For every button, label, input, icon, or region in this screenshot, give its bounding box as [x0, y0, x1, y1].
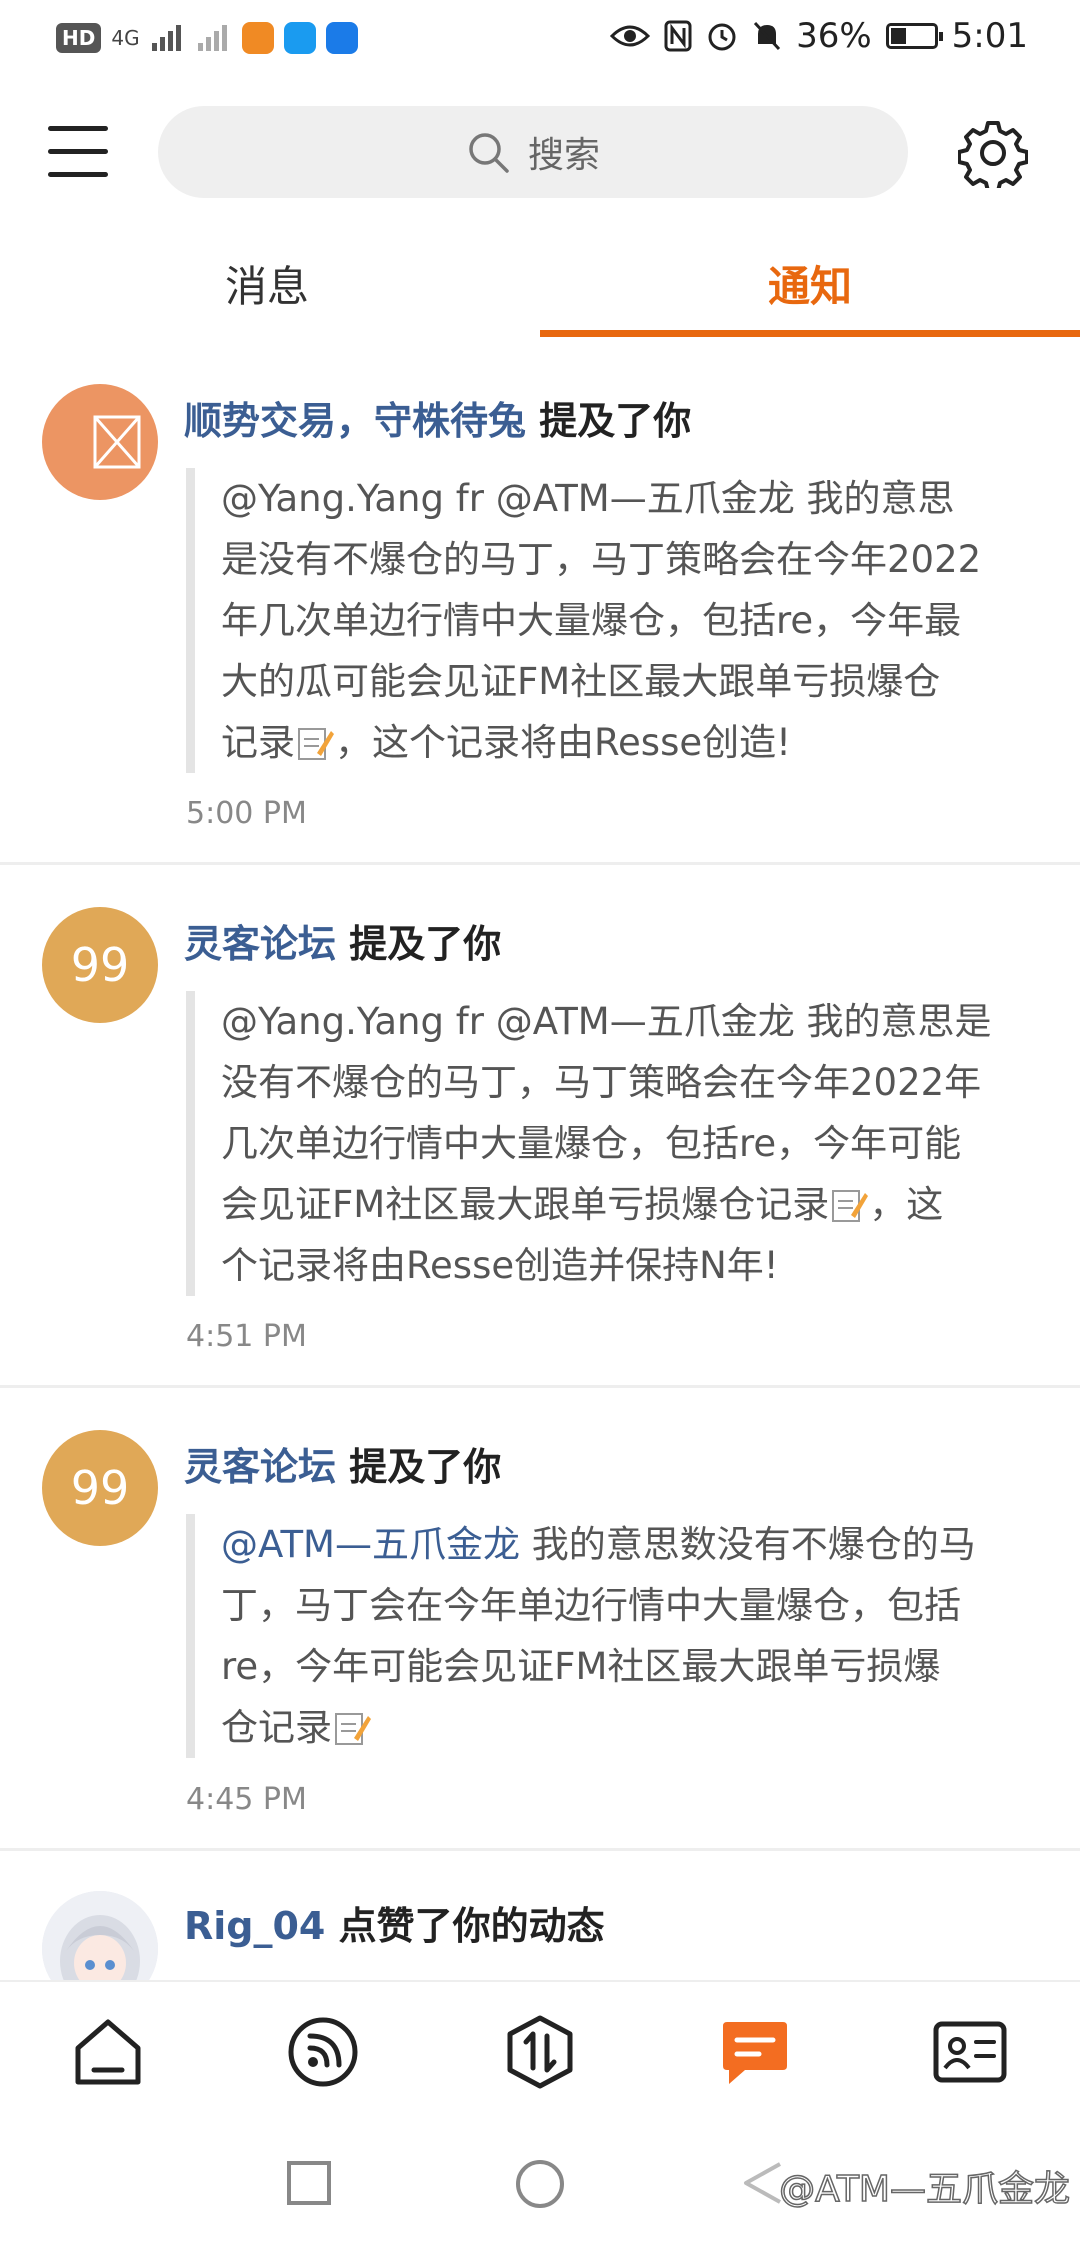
tab-bar: 消息 通知 [0, 230, 1080, 340]
alarm-icon [708, 23, 736, 51]
memo-emoji-icon [298, 728, 334, 760]
action-text: 提及了你 [539, 399, 692, 443]
menu-icon[interactable] [48, 124, 108, 180]
quote-text: ，这 [869, 1183, 944, 1226]
quote-line: @Yang.Yang fr @ATM—五爪金龙 我的意思 [221, 477, 955, 520]
clock: 5:01 [951, 16, 1028, 56]
battery-percent: 36% [796, 16, 872, 56]
status-bar: HD 4G 36% 5:01 [0, 0, 1080, 82]
action-text: 点赞了你的动态 [338, 1904, 605, 1948]
memo-emoji-icon [832, 1190, 869, 1222]
avatar[interactable]: 99 [42, 1430, 158, 1546]
quote-text: ，这个记录将由Resse创造! [335, 721, 791, 764]
search-bar[interactable]: 搜索 [158, 106, 908, 198]
settings-gear-icon[interactable] [958, 118, 1028, 188]
quote-line: @ATM—五爪金龙 我的意思数没有不爆仓的马 [221, 1514, 1016, 1575]
avatar[interactable] [42, 384, 158, 500]
quote-line: re，今年可能会见证FM社区最大跟单亏损爆 [221, 1645, 941, 1688]
battery-icon [885, 23, 943, 49]
quote-line: 会见证FM社区最大跟单亏损爆仓记录 ，这 [221, 1174, 1016, 1235]
timestamp: 5:00 PM [186, 796, 307, 831]
bulb-app-icon [325, 22, 358, 54]
avatar[interactable]: 99 [42, 907, 158, 1023]
username-link[interactable]: 灵客论坛 [184, 1445, 336, 1489]
top-header: 搜索 [0, 100, 1080, 210]
quoted-content[interactable]: @Yang.Yang fr @ATM—五爪金龙 我的意思 是没有不爆仓的马丁，马… [186, 468, 1016, 773]
quote-line: 记录 ，这个记录将由Resse创造! [221, 712, 1016, 773]
action-text: 提及了你 [349, 1445, 502, 1489]
username-link[interactable]: 灵客论坛 [184, 922, 336, 966]
notification-item[interactable]: 99 灵客论坛 提及了你 @ATM—五爪金龙 我的意思数没有不爆仓的马 丁，马丁… [0, 1388, 1080, 1851]
quote-line: 仓记录 [221, 1697, 1016, 1758]
notification-item[interactable]: 顺势交易，守株待兔 提及了你 @Yang.Yang fr @ATM—五爪金龙 我… [0, 342, 1080, 865]
network-type: 4G [111, 26, 140, 50]
nfc-icon [664, 20, 692, 52]
notification-list: 顺势交易，守株待兔 提及了你 @Yang.Yang fr @ATM—五爪金龙 我… [0, 342, 1080, 2051]
notification-title: 灵客论坛 提及了你 [184, 1436, 501, 1491]
app-notification-icon [241, 22, 274, 54]
tab-messages[interactable]: 消息 [0, 230, 540, 336]
quote-line: 丁，马丁会在今年单边行情中大量爆仓，包括 [221, 1584, 961, 1627]
bottom-navigation [0, 1980, 1080, 2122]
username-link[interactable]: 顺势交易，守株待兔 [184, 399, 526, 443]
message-icon[interactable] [715, 2012, 795, 2092]
quote-text: 我的意思数没有不爆仓的马 [519, 1523, 976, 1566]
quote-text: 会见证FM社区最大跟单亏损爆仓记录 [221, 1183, 830, 1226]
quote-line: @Yang.Yang fr @ATM—五爪金龙 我的意思是 [221, 1000, 992, 1043]
search-placeholder: 搜索 [527, 135, 600, 176]
mute-bell-icon [753, 21, 781, 51]
quote-line: 年几次单边行情中大量爆仓，包括re，今年最 [221, 599, 962, 642]
search-icon [469, 133, 509, 173]
quote-text: 仓记录 [221, 1706, 332, 1749]
memo-emoji-icon [335, 1713, 371, 1745]
profile-card-icon[interactable] [930, 2012, 1010, 2092]
notification-item[interactable]: 99 灵客论坛 提及了你 @Yang.Yang fr @ATM—五爪金龙 我的意… [0, 865, 1080, 1388]
mention-link[interactable]: @ATM—五爪金龙 [221, 1523, 520, 1566]
tab-notifications[interactable]: 通知 [540, 230, 1080, 336]
quote-line: 大的瓜可能会见证FM社区最大跟单亏损爆仓 [221, 660, 941, 703]
feed-icon[interactable] [283, 2012, 363, 2092]
trade-icon[interactable] [500, 2012, 580, 2092]
notification-title: Rig_04 点赞了你的动态 [184, 1895, 605, 1950]
quote-line: 是没有不爆仓的马丁，马丁策略会在今年2022 [221, 538, 982, 581]
timestamp: 4:51 PM [186, 1319, 307, 1354]
quote-line: 没有不爆仓的马丁，马丁策略会在今年2022年 [221, 1061, 982, 1104]
quoted-content[interactable]: @Yang.Yang fr @ATM—五爪金龙 我的意思是 没有不爆仓的马丁，马… [186, 991, 1016, 1296]
notification-title: 顺势交易，守株待兔 提及了你 [184, 390, 691, 445]
timestamp: 4:45 PM [186, 1782, 307, 1817]
quote-line: 几次单边行情中大量爆仓，包括re，今年可能 [221, 1122, 962, 1165]
notification-title: 灵客论坛 提及了你 [184, 913, 501, 968]
signal-icon-2 [197, 25, 227, 51]
action-text: 提及了你 [349, 922, 502, 966]
broken-image-icon [93, 415, 141, 469]
hd-badge: HD [56, 23, 102, 53]
eye-icon [610, 25, 651, 47]
quote-line: 个记录将由Resse创造并保持N年! [221, 1244, 779, 1287]
home-button-icon[interactable] [514, 2158, 566, 2210]
recent-apps-icon[interactable] [286, 2160, 332, 2206]
home-icon[interactable] [68, 2012, 148, 2092]
quote-text: 记录 [221, 721, 295, 764]
watermark: @ATM—五爪金龙 [778, 2168, 1070, 2211]
username-link[interactable]: Rig_04 [184, 1904, 325, 1948]
quoted-content[interactable]: @ATM—五爪金龙 我的意思数没有不爆仓的马 丁，马丁会在今年单边行情中大量爆仓… [186, 1514, 1016, 1758]
status-left-icons: HD 4G [56, 22, 358, 54]
active-tab-indicator [540, 330, 1080, 337]
search-app-icon [283, 22, 316, 54]
signal-icon [151, 25, 181, 51]
status-right-icons: 36% 5:01 [610, 16, 1028, 56]
